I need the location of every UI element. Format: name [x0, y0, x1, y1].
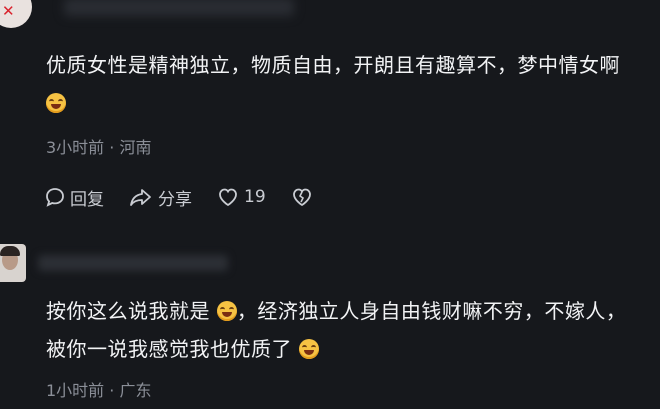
share-arrow-icon — [130, 189, 151, 206]
chat-bubble-icon — [46, 188, 64, 207]
avatar-logo-icon: ✕ — [2, 2, 15, 20]
laugh-emoji-icon — [298, 339, 319, 359]
comment-time: 1小时前 — [46, 381, 105, 400]
share-button[interactable]: 分享 — [128, 185, 192, 210]
comment-location: 广东 — [119, 381, 152, 400]
meta-separator: · — [109, 138, 115, 157]
commenter-avatar[interactable] — [0, 244, 26, 282]
meta-separator: · — [109, 381, 115, 400]
like-button[interactable]: 19 — [216, 186, 266, 208]
broken-heart-icon — [292, 188, 311, 207]
comment-meta: 3小时前 · 河南 — [46, 134, 151, 158]
comment-body: 按你这么说我就是 — [46, 299, 210, 323]
avatar-hair — [0, 246, 20, 256]
comment-body: 优质女性是精神独立，物质自由，开朗且有趣算不，梦中情女啊 — [46, 53, 620, 77]
share-label: 分享 — [158, 189, 192, 210]
laugh-emoji-icon — [216, 301, 237, 321]
commenter-avatar[interactable]: ✕ — [0, 0, 32, 28]
comment-time: 3小时前 — [46, 138, 105, 157]
comment-meta: 1小时前 · 广东 — [46, 377, 151, 401]
reply-button[interactable]: 回复 — [44, 185, 104, 210]
comment-actions: 回复 分享 19 — [44, 183, 342, 211]
laugh-emoji-icon — [46, 93, 66, 113]
comment-text: 优质女性是精神独立，物质自由，开朗且有趣算不，梦中情女啊 — [46, 46, 646, 122]
blurred-username — [38, 255, 228, 271]
reply-label: 回复 — [70, 189, 104, 210]
heart-icon — [219, 188, 237, 207]
blurred-username — [64, 0, 294, 16]
like-count: 19 — [244, 187, 266, 207]
dislike-button[interactable] — [290, 186, 318, 208]
comment-location: 河南 — [119, 138, 152, 157]
comment-text: 按你这么说我就是 ，经济独立人身自由钱财嘛不穷，不嫁人，被你一说我感觉我也优质了 — [46, 292, 646, 368]
